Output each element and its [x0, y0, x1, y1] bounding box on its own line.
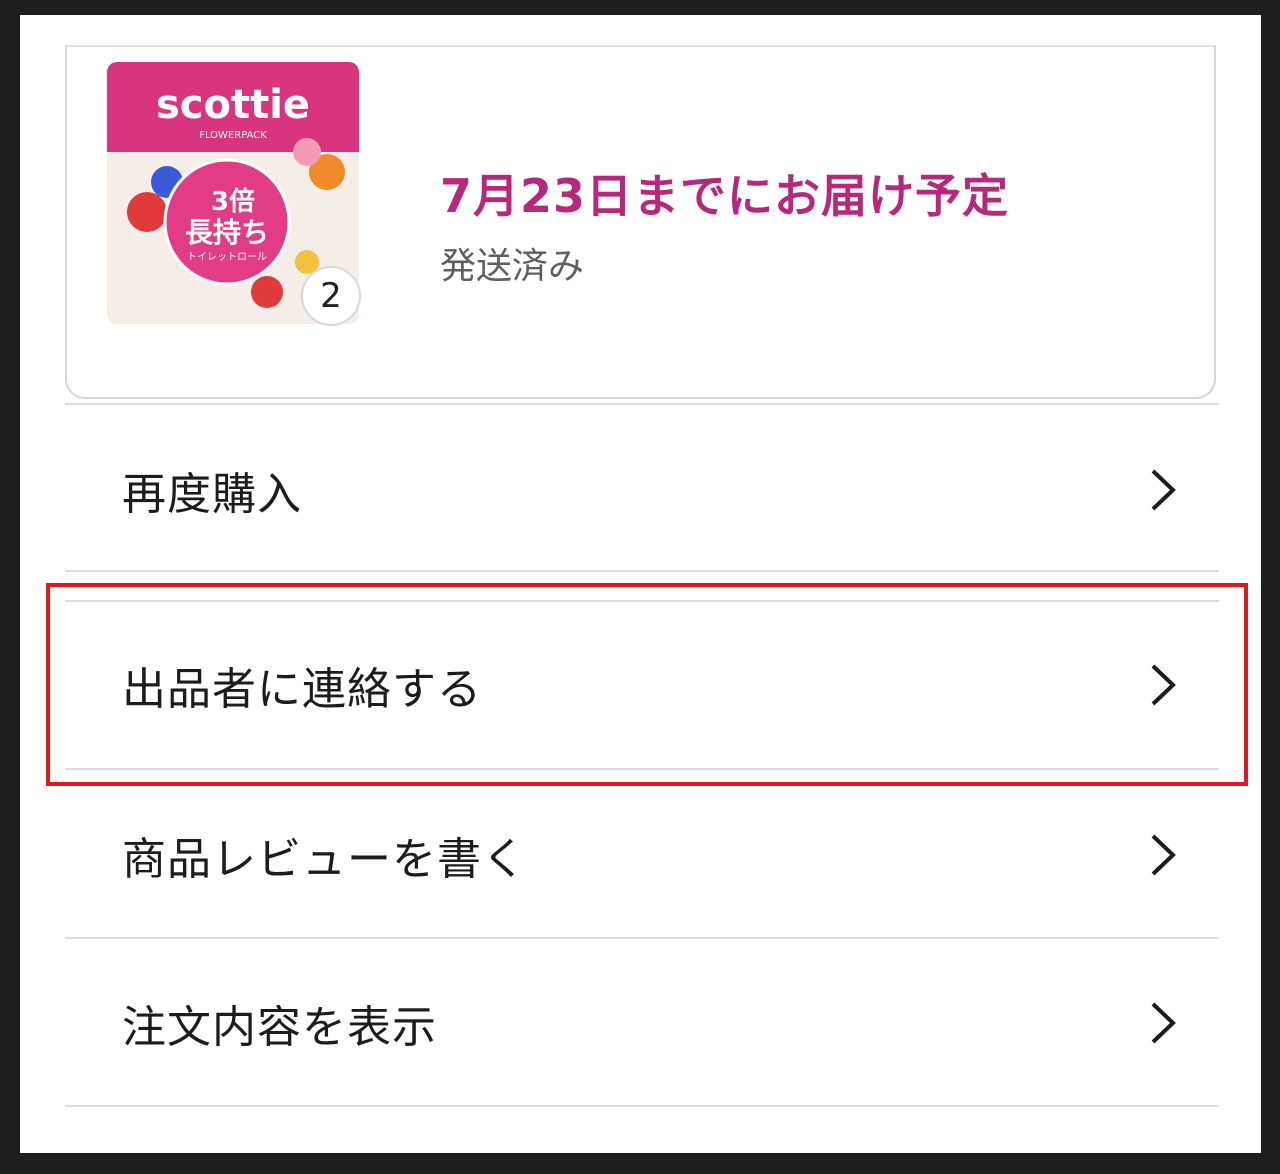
divider: [65, 570, 1219, 572]
product-badge-line3: トイレットロール: [187, 252, 267, 263]
chevron-right-icon: [1151, 1002, 1176, 1043]
chevron-right-icon: [1151, 469, 1176, 511]
chevron-right-icon: [1151, 834, 1176, 875]
quantity-badge: 2: [301, 266, 361, 326]
order-detail-screen: scottie FLOWERPACK 3倍 長持ち トイレットロール 2 7月2…: [20, 15, 1261, 1153]
divider: [65, 1105, 1219, 1107]
product-sub-text: FLOWERPACK: [199, 130, 267, 141]
menu-item-label: 商品レビューを書く: [122, 833, 527, 885]
product-badge-line1: 3倍: [211, 186, 255, 217]
product-brand-text: scottie: [156, 82, 310, 128]
highlight-annotation: [46, 583, 1248, 786]
menu-item-label: 注文内容を表示: [122, 1001, 437, 1053]
divider: [65, 403, 1219, 405]
menu-item-label: 再度購入: [122, 469, 302, 520]
delivery-estimate: 7月23日までにお届け予定: [440, 169, 1010, 223]
menu-item-write-review[interactable]: 商品レビューを書く: [65, 772, 1219, 937]
menu-item-view-order-details[interactable]: 注文内容を表示: [65, 940, 1219, 1105]
divider: [65, 937, 1219, 939]
shipping-status: 発送済み: [440, 246, 585, 287]
menu-item-buy-again[interactable]: 再度購入: [65, 410, 1219, 570]
product-badge-line2: 長持ち: [185, 216, 269, 249]
